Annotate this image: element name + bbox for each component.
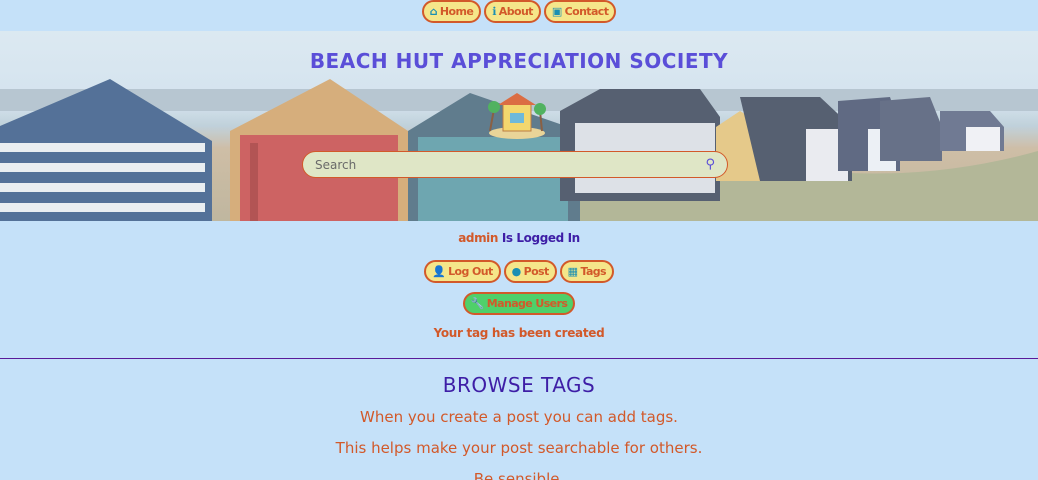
flash-message: Your tag has been created: [433, 326, 605, 340]
home-icon: ⌂: [429, 5, 438, 18]
logged-in-username: admin: [458, 231, 499, 245]
wrench-icon: 🔧: [470, 297, 485, 310]
nav-about-label: About: [498, 5, 534, 18]
browse-tags-heading: BROWSE TAGS: [442, 373, 596, 397]
contact-book-icon: ▣: [551, 5, 562, 18]
nav-about-button[interactable]: ℹ About: [484, 0, 541, 23]
nav-home-label: Home: [439, 5, 474, 18]
admin-actions: 🔧 Manage Users: [0, 292, 1038, 315]
hero-banner: BEACH HUT APPRECIATION SOCIETY ⚲: [0, 31, 1038, 221]
top-navigation: ⌂ Home ℹ About ▣ Contact: [0, 0, 1038, 31]
login-status: admin Is Logged In: [0, 231, 1038, 245]
manage-users-button[interactable]: 🔧 Manage Users: [462, 292, 576, 315]
search-bar[interactable]: ⚲: [302, 151, 728, 178]
tags-button[interactable]: ▦ Tags: [559, 260, 614, 283]
post-icon: ●: [511, 265, 522, 278]
tags-label: Tags: [580, 265, 606, 278]
search-input[interactable]: [315, 157, 706, 172]
browse-info-line: This helps make your post searchable for…: [335, 439, 703, 457]
browse-info-line: Be sensible.: [473, 470, 565, 480]
site-title: BEACH HUT APPRECIATION SOCIETY: [309, 49, 729, 73]
nav-contact-label: Contact: [564, 5, 609, 18]
post-label: Post: [523, 265, 550, 278]
login-status-text: Is Logged In: [501, 231, 580, 245]
user-actions: 👤 Log Out ● Post ▦ Tags: [0, 260, 1038, 283]
nav-contact-button[interactable]: ▣ Contact: [543, 0, 617, 23]
logout-button[interactable]: 👤 Log Out: [424, 260, 501, 283]
search-icon[interactable]: ⚲: [705, 157, 715, 172]
section-divider: [0, 358, 1038, 359]
manage-users-label: Manage Users: [486, 297, 568, 310]
info-icon: ℹ: [492, 5, 496, 18]
tags-icon: ▦: [567, 265, 578, 278]
user-plus-icon: 👤: [432, 265, 446, 278]
logout-label: Log Out: [448, 265, 493, 278]
post-button[interactable]: ● Post: [503, 260, 557, 283]
nav-home-button[interactable]: ⌂ Home: [421, 0, 482, 23]
browse-info-line: When you create a post you can add tags.: [360, 408, 678, 426]
